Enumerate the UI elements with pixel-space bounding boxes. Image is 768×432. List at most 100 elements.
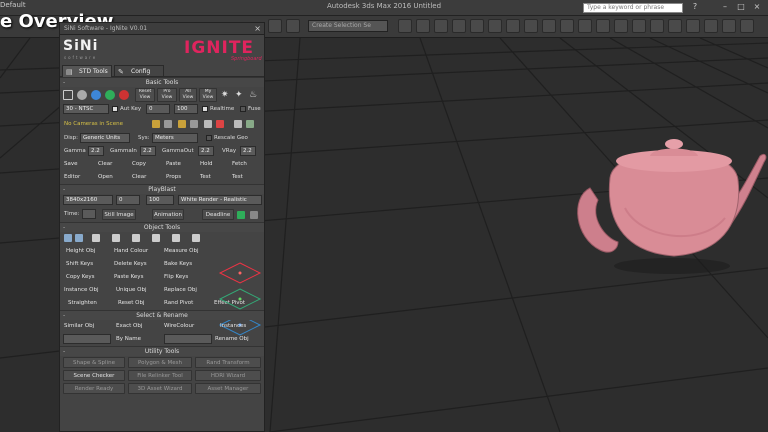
section-basic-tools[interactable]: - Basic Tools — [60, 77, 264, 87]
section-utility-tools[interactable]: - Utility Tools — [60, 346, 264, 356]
camera-delete-icon[interactable] — [216, 120, 224, 128]
folder-icon[interactable] — [250, 211, 258, 219]
toolbar-button[interactable] — [506, 19, 520, 33]
grey-sphere-icon[interactable] — [77, 90, 87, 100]
height-obj-button[interactable]: Height Obj — [66, 246, 106, 257]
camera-icon[interactable] — [152, 120, 160, 128]
by-name-button[interactable]: By Name — [116, 334, 156, 345]
deadline-button[interactable]: Deadline — [202, 209, 234, 220]
instance-obj-button[interactable]: Instance Obj — [64, 285, 108, 296]
hold-button[interactable]: Hold — [200, 159, 228, 170]
copy-button[interactable]: Copy — [132, 159, 160, 170]
time-input[interactable] — [82, 209, 96, 219]
tab-std-tools[interactable]: ▤ STD Tools — [62, 65, 112, 77]
toolbar-button[interactable] — [614, 19, 628, 33]
save-button[interactable]: Save — [64, 159, 92, 170]
toolbar-button[interactable] — [452, 19, 466, 33]
toolbar-button[interactable] — [578, 19, 592, 33]
rescale-checkbox[interactable] — [206, 135, 212, 141]
render-ready-button[interactable]: Render Ready — [63, 383, 125, 394]
camera-icon[interactable] — [178, 120, 186, 128]
reset-view-button[interactable]: Reset View — [135, 88, 155, 102]
reset-obj-button[interactable]: Reset Obj — [118, 298, 158, 309]
all-view-button[interactable]: All View — [179, 88, 197, 102]
close-icon[interactable]: × — [254, 23, 261, 35]
green-sphere-icon[interactable] — [105, 90, 115, 100]
editor-button[interactable]: Editor — [64, 172, 92, 183]
help-icon[interactable]: ? — [688, 2, 702, 13]
disp-units-dropdown[interactable]: Generic Units — [80, 133, 130, 143]
shift-keys-button[interactable]: Shift Keys — [66, 259, 106, 270]
toolbar-button[interactable] — [398, 19, 412, 33]
toolbar-button[interactable] — [542, 19, 556, 33]
vray-input[interactable]: 2.2 — [240, 146, 256, 156]
toolbar-button[interactable] — [704, 19, 718, 33]
teapot-icon[interactable]: ♨ — [249, 90, 259, 100]
pb-start-input[interactable]: 0 — [116, 195, 140, 205]
selection-set-dropdown[interactable]: Create Selection Se — [308, 20, 388, 32]
test-button[interactable]: Test — [232, 172, 262, 183]
name-filter-input[interactable] — [63, 334, 111, 344]
open-button[interactable]: Open — [98, 172, 126, 183]
deadline-icon[interactable] — [237, 211, 245, 219]
bake-keys-button[interactable]: Bake Keys — [164, 259, 208, 270]
paste-keys-button[interactable]: Paste Keys — [114, 272, 160, 283]
section-object-tools[interactable]: - Object Tools — [60, 222, 264, 232]
toolbar-button[interactable] — [560, 19, 574, 33]
toolbar-button[interactable] — [286, 19, 300, 33]
search-input[interactable]: Type a keyword or phrase — [583, 3, 683, 13]
camera-target-icon[interactable] — [164, 120, 172, 128]
red-sphere-icon[interactable] — [119, 90, 129, 100]
file-relinker-button[interactable]: File Relinker Tool — [128, 370, 192, 381]
tab-config[interactable]: ✎ Config — [114, 65, 164, 77]
autokey-checkbox[interactable] — [112, 106, 118, 112]
straighten-button[interactable]: Straighten — [68, 298, 108, 309]
clear-button[interactable]: Clear — [98, 159, 126, 170]
animation-button[interactable]: Animation — [152, 209, 184, 220]
props-button[interactable]: Props — [166, 172, 194, 183]
measure-obj-button[interactable]: Measure Obj — [164, 246, 208, 257]
mirror-icon[interactable] — [132, 234, 140, 242]
asset-manager-button[interactable]: Asset Manager — [195, 383, 261, 394]
toolbar-button[interactable] — [416, 19, 430, 33]
frame-start-input[interactable]: 0 — [146, 104, 170, 114]
camera-target-icon[interactable] — [246, 120, 254, 128]
blue-sphere-icon[interactable] — [91, 90, 101, 100]
replace-obj-button[interactable]: Replace Obj — [164, 285, 208, 296]
copy-keys-button[interactable]: Copy Keys — [66, 272, 106, 283]
pro-view-button[interactable]: Pro View — [157, 88, 177, 102]
scatter-icon[interactable] — [112, 234, 120, 242]
maximize-icon[interactable]: □ — [734, 2, 748, 13]
section-select-rename[interactable]: - Select & Rename — [60, 310, 264, 320]
toolbar-button[interactable] — [268, 19, 282, 33]
array-icon[interactable] — [152, 234, 160, 242]
still-image-button[interactable]: Still Image — [102, 209, 136, 220]
render-mode-dropdown[interactable]: White Render - Realistic — [178, 195, 262, 205]
camera-icon[interactable] — [234, 120, 242, 128]
toolbar-button[interactable] — [470, 19, 484, 33]
rand-pivot-button[interactable]: Rand Pivot — [164, 298, 204, 309]
unique-obj-button[interactable]: Unique Obj — [116, 285, 162, 296]
toolbar-button[interactable] — [488, 19, 502, 33]
panel-titlebar[interactable]: SiNi Software - IgNite V0.01 × — [60, 23, 264, 35]
fuse-checkbox[interactable] — [240, 106, 246, 112]
sun-icon[interactable]: ✷ — [221, 90, 231, 100]
align-icon[interactable] — [64, 234, 72, 242]
toolbar-button[interactable] — [668, 19, 682, 33]
minimize-icon[interactable]: – — [718, 2, 732, 13]
toolbar-button[interactable] — [596, 19, 610, 33]
instances-button[interactable]: Instances — [220, 321, 262, 332]
paste-button[interactable]: Paste — [166, 159, 194, 170]
toolbar-button[interactable] — [686, 19, 700, 33]
gamma-input[interactable]: 2.2 — [88, 146, 104, 156]
light-icon[interactable]: ✦ — [235, 90, 245, 100]
hand-colour-button[interactable]: Hand Colour — [114, 246, 160, 257]
fetch-button[interactable]: Fetch — [232, 159, 262, 170]
toolbar-button[interactable] — [722, 19, 736, 33]
toolbar-button[interactable] — [740, 19, 754, 33]
resolution-dropdown[interactable]: 3840x2160 — [63, 195, 113, 205]
hdri-wizard-button[interactable]: HDRI Wizard — [195, 370, 261, 381]
toolbar-button[interactable] — [632, 19, 646, 33]
frame-end-input[interactable]: 100 — [174, 104, 198, 114]
shape-spline-button[interactable]: Shape & Spline — [63, 357, 125, 368]
